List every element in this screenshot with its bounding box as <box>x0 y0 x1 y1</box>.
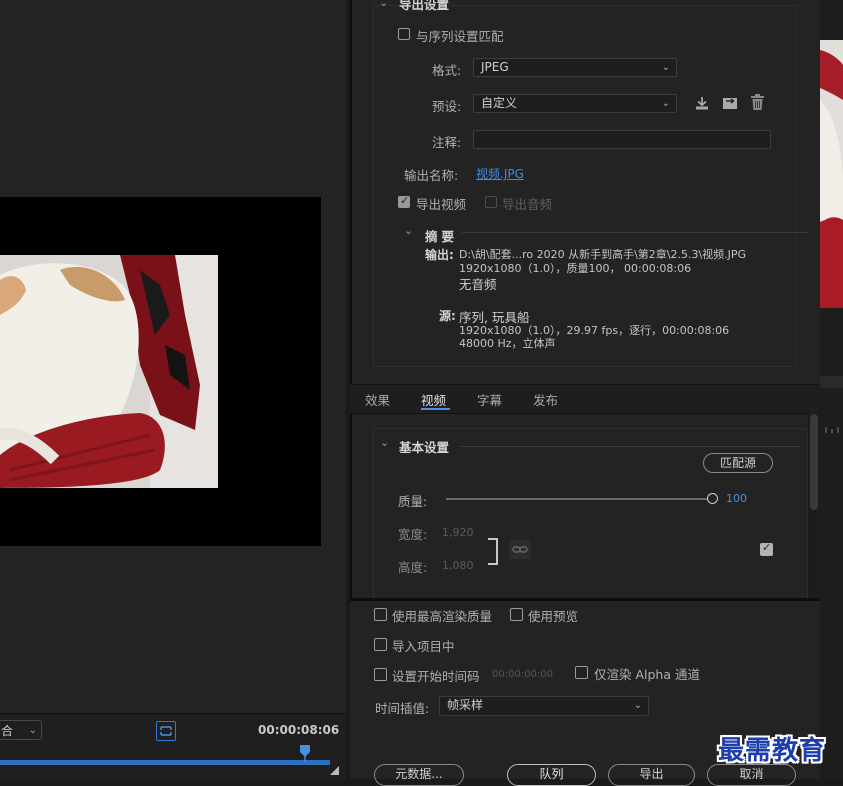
cancel-button[interactable]: 取消 <box>707 764 796 786</box>
use-previews-label: 使用预览 <box>528 609 579 624</box>
fit-zoom-select[interactable]: 合 ⌄ <box>0 720 42 740</box>
preset-select-value: 自定义 <box>481 96 518 110</box>
collapse-chevron-icon[interactable]: ⌄ <box>379 0 388 9</box>
comments-input[interactable] <box>473 130 771 149</box>
import-into-project-label: 导入项目中 <box>392 639 455 654</box>
source-thumbnail <box>820 40 843 310</box>
format-select-value: JPEG <box>481 60 509 74</box>
resize-corner-icon <box>330 766 339 775</box>
summary-collapse-icon[interactable]: ⌄ <box>404 224 413 237</box>
width-value: 1,920 <box>442 526 474 539</box>
tab-effects[interactable]: 效果 <box>365 390 390 409</box>
export-audio-checkbox[interactable] <box>485 196 497 208</box>
right-ruler-ticks <box>824 423 843 435</box>
summary-source-label: 源: <box>439 309 456 323</box>
summary-output-path: D:\胡\配套...ro 2020 从新手到高手\第2章\2.5.3\视频.JP… <box>459 248 747 261</box>
export-video-checkbox[interactable] <box>398 194 410 208</box>
export-button[interactable]: 导出 <box>608 764 695 786</box>
height-label: 高度: <box>398 560 428 575</box>
summary-divider <box>462 232 808 233</box>
preset-select[interactable]: 自定义 ⌄ <box>473 94 677 113</box>
tab-publish[interactable]: 发布 <box>533 390 558 409</box>
preset-label: 预设: <box>432 99 462 114</box>
export-video-label: 导出视频 <box>416 197 467 212</box>
quality-slider-track[interactable] <box>446 498 708 500</box>
summary-output-audio: 无音频 <box>459 277 497 292</box>
basic-settings-collapse-icon[interactable]: ⌄ <box>380 436 389 449</box>
format-label: 格式: <box>432 63 462 78</box>
chevron-down-icon: ⌄ <box>661 98 670 109</box>
output-name-link[interactable]: 视频.JPG <box>476 165 524 182</box>
summary-source-audio: 48000 Hz，立体声 <box>459 337 556 350</box>
quality-label: 质量: <box>398 494 428 509</box>
override-dimension-checkbox[interactable] <box>760 541 773 556</box>
dimension-link-bracket <box>488 538 498 565</box>
active-tab-indicator <box>421 408 450 410</box>
use-previews-checkbox[interactable] <box>510 608 523 621</box>
link-chain-icon[interactable] <box>509 540 531 559</box>
metadata-button[interactable]: 元数据... <box>374 764 464 786</box>
export-audio-label: 导出音频 <box>502 197 553 212</box>
summary-source-details: 1920x1080（1.0），29.97 fps，逐行，00:00:08:06 <box>459 324 730 337</box>
max-render-quality-label: 使用最高渲染质量 <box>392 609 493 624</box>
tab-video[interactable]: 视频 <box>421 390 446 409</box>
right-panel-bar <box>820 376 843 388</box>
render-alpha-only-checkbox[interactable] <box>575 666 588 679</box>
summary-output-label: 输出: <box>425 248 454 262</box>
max-render-quality-checkbox[interactable] <box>374 608 387 621</box>
start-timecode-value[interactable]: 00:00:00:00 <box>492 669 553 680</box>
match-sequence-label: 与序列设置匹配 <box>416 29 504 44</box>
match-source-button[interactable]: 匹配源 <box>703 453 773 473</box>
height-value: 1,080 <box>442 559 474 572</box>
import-into-project-checkbox[interactable] <box>374 638 387 651</box>
format-select[interactable]: JPEG ⌄ <box>473 58 677 77</box>
comments-label: 注释: <box>432 135 462 150</box>
monitor-timecode: 00:00:08:06 <box>258 723 340 737</box>
summary-title: 摘要 <box>425 229 459 244</box>
time-interpolation-value: 帧采样 <box>447 698 484 712</box>
watermark-logo: 最需教育 <box>718 736 827 766</box>
tab-captions[interactable]: 字幕 <box>477 390 502 409</box>
quality-slider-handle[interactable] <box>707 493 718 504</box>
render-alpha-only-label: 仅渲染 Alpha 通道 <box>594 667 700 682</box>
chevron-down-icon: ⌄ <box>661 62 670 73</box>
scrub-bar[interactable] <box>0 760 330 765</box>
delete-preset-icon[interactable] <box>750 94 765 114</box>
width-label: 宽度: <box>398 527 428 542</box>
time-interpolation-select[interactable]: 帧采样 ⌄ <box>439 696 649 716</box>
set-start-timecode-label: 设置开始时间码 <box>392 669 480 684</box>
match-sequence-checkbox[interactable] <box>398 28 410 40</box>
chevron-down-icon: ⌄ <box>633 700 642 711</box>
fit-zoom-value: 合 <box>1 724 14 738</box>
video-preview-image <box>0 255 218 488</box>
set-start-timecode-checkbox[interactable] <box>374 668 387 681</box>
settings-scrollbar-thumb[interactable] <box>810 414 818 510</box>
output-name-label: 输出名称: <box>404 168 459 183</box>
basic-settings-title: 基本设置 <box>399 440 450 455</box>
section-title-export-settings: 导出设置 <box>399 0 450 12</box>
basic-settings-divider <box>460 446 800 447</box>
save-preset-icon[interactable] <box>694 95 710 114</box>
quality-value[interactable]: 100 <box>726 492 747 505</box>
chevron-down-icon: ⌄ <box>28 725 37 736</box>
playhead-icon[interactable] <box>299 744 311 762</box>
queue-button[interactable]: 队列 <box>507 764 596 786</box>
time-interpolation-label: 时间插值: <box>375 701 430 716</box>
import-preset-icon[interactable] <box>721 95 739 114</box>
export-frame-icon[interactable] <box>156 721 176 741</box>
